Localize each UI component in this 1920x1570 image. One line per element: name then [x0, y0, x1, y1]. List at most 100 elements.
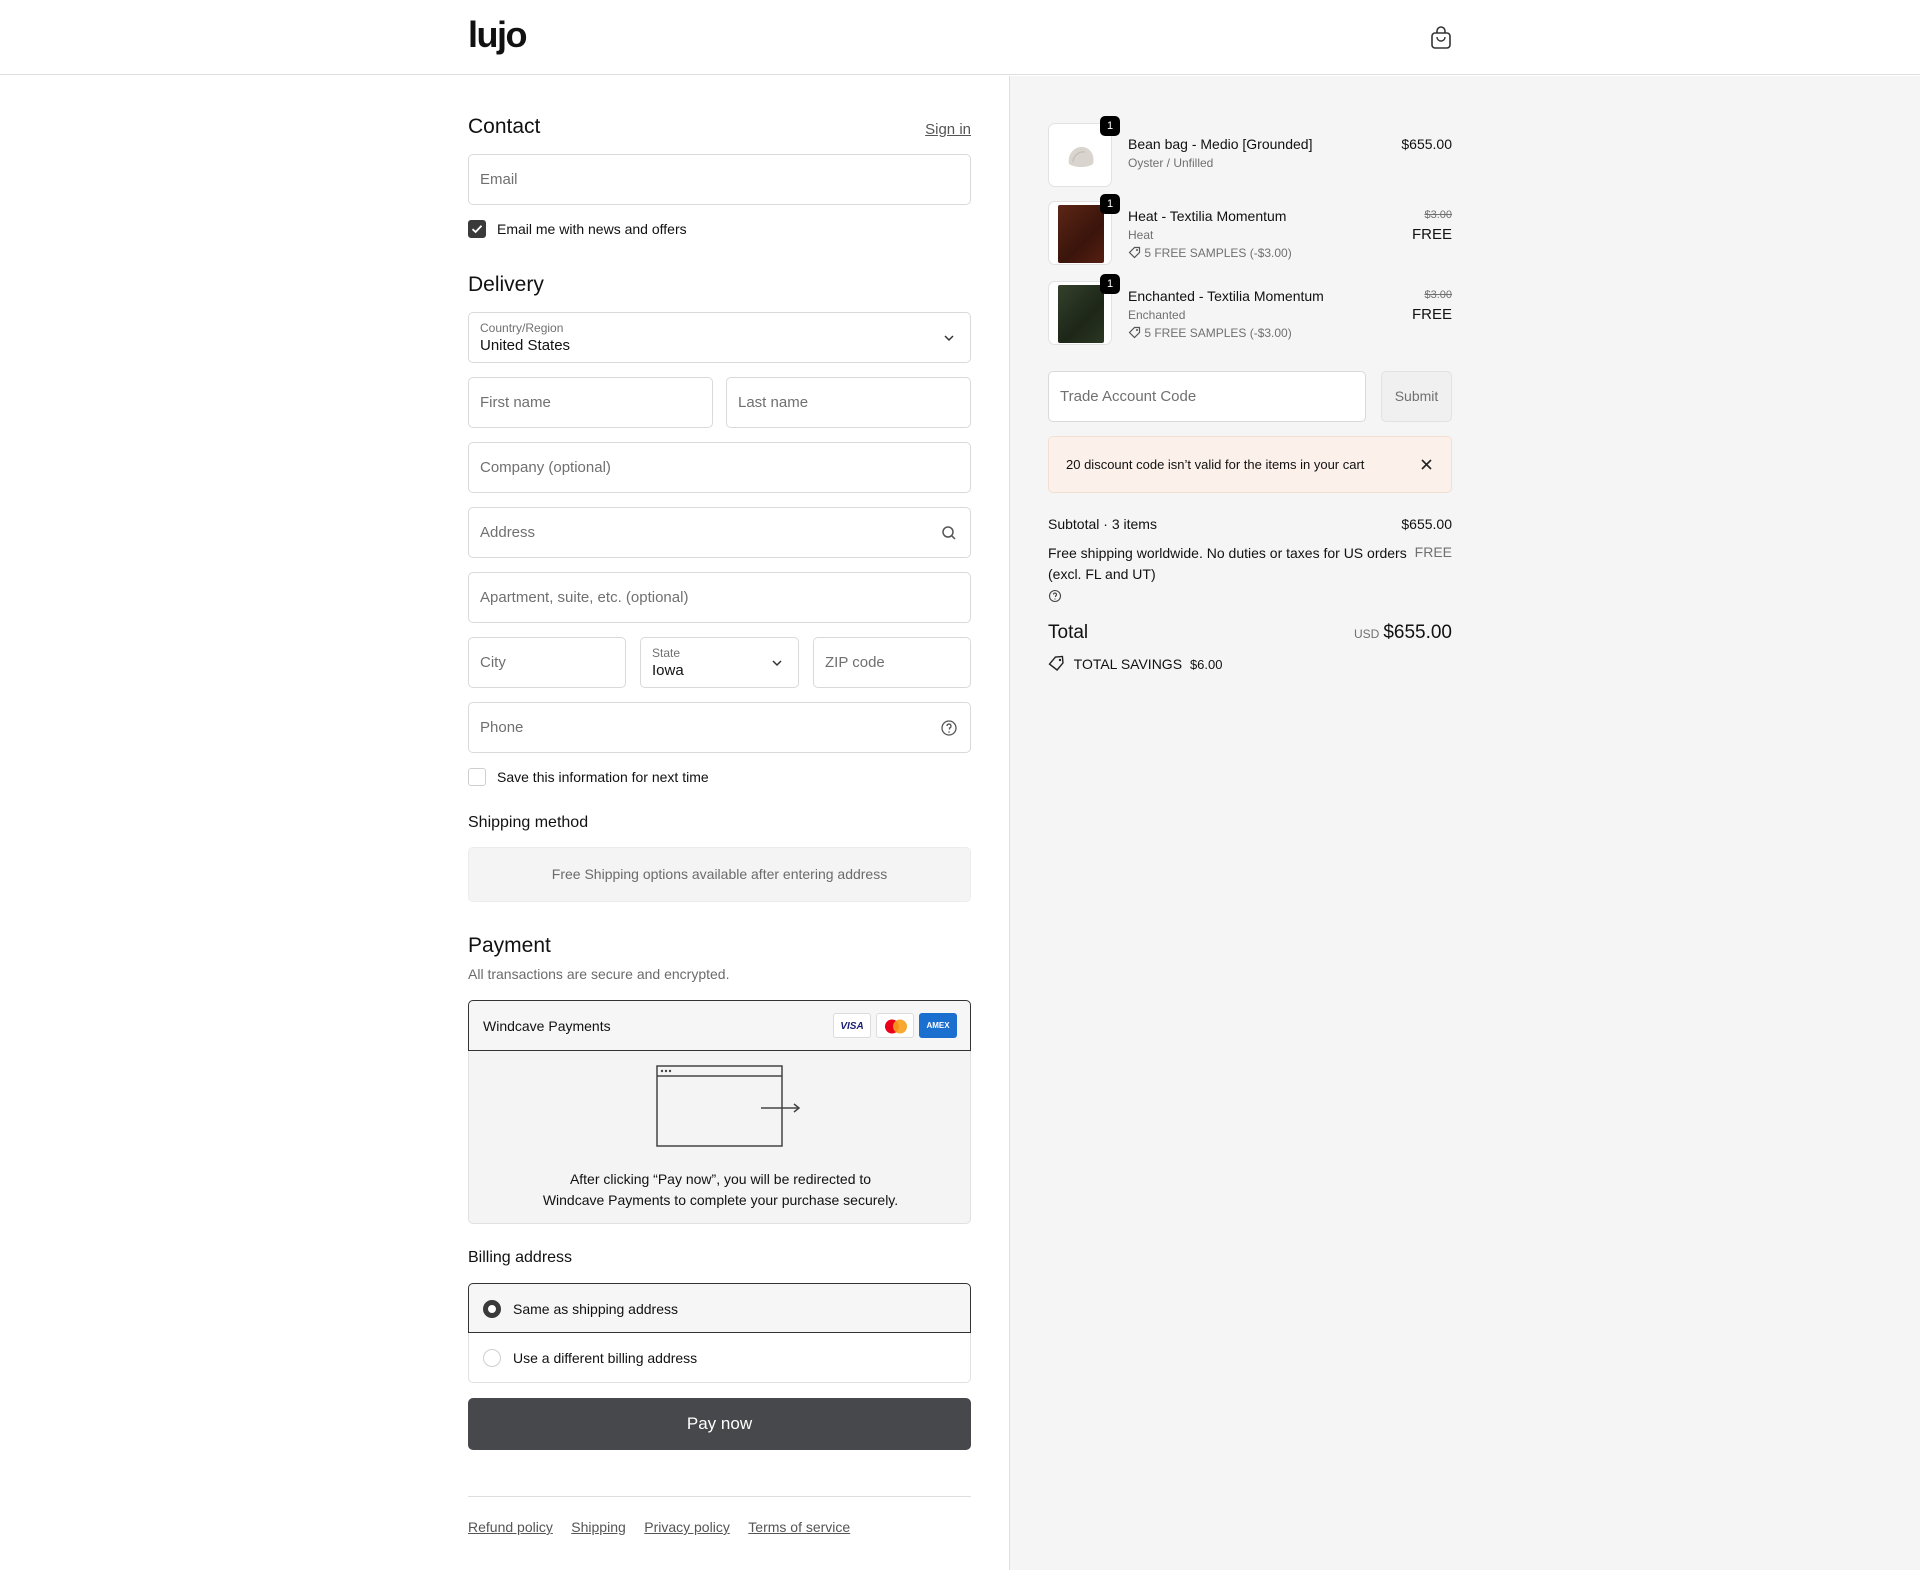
- email-field[interactable]: Email: [468, 154, 971, 205]
- billing-same-option[interactable]: Same as shipping address: [468, 1283, 971, 1333]
- news-label: Email me with news and offers: [497, 221, 687, 237]
- item-original-price: $3.00: [1424, 289, 1452, 301]
- news-checkbox[interactable]: [468, 220, 486, 238]
- phone-placeholder: Phone: [480, 719, 524, 736]
- footer-links: Refund policy Shipping Privacy policy Te…: [468, 1496, 971, 1556]
- state-label: State: [652, 646, 681, 660]
- quantity-badge: 1: [1100, 274, 1120, 294]
- product-thumbnail: 1: [1048, 194, 1120, 265]
- zip-field[interactable]: ZIP code: [813, 637, 971, 688]
- payment-title: Payment: [468, 934, 551, 957]
- total-savings-value: $6.00: [1189, 657, 1223, 672]
- email-placeholder: Email: [480, 171, 518, 188]
- brand-logo[interactable]: lujo: [468, 14, 527, 56]
- currency-code: USD: [1353, 627, 1380, 641]
- country-select[interactable]: Country/Region United States: [468, 312, 971, 363]
- billing-different-label: Use a different billing address: [513, 1350, 698, 1366]
- city-field[interactable]: City: [468, 637, 626, 688]
- item-price: FREE: [1411, 306, 1452, 323]
- chevron-down-icon: [944, 335, 954, 342]
- tag-icon: [1128, 246, 1141, 259]
- subtotal-value: $655.00: [1401, 516, 1452, 532]
- country-value: United States: [480, 337, 571, 354]
- pay-now-button[interactable]: Pay now: [468, 1398, 971, 1450]
- first-name-field[interactable]: First name: [468, 377, 713, 428]
- help-icon[interactable]: [940, 719, 958, 737]
- sign-in-link[interactable]: Sign in: [925, 121, 971, 138]
- browser-redirect-icon: [656, 1065, 801, 1147]
- item-variant: Enchanted: [1128, 308, 1186, 322]
- check-icon: [471, 225, 483, 234]
- discount-error-alert: 20 discount code isn’t valid for the ite…: [1048, 436, 1452, 493]
- close-icon[interactable]: [1419, 457, 1434, 472]
- tag-icon: [1048, 655, 1064, 671]
- total-value: $655.00: [1383, 622, 1452, 643]
- phone-field[interactable]: Phone: [468, 702, 971, 753]
- state-value: Iowa: [652, 662, 684, 679]
- shipping-method-box: Free Shipping options available after en…: [468, 847, 971, 902]
- last-name-placeholder: Last name: [738, 394, 809, 411]
- trade-code-field[interactable]: Trade Account Code: [1048, 371, 1366, 422]
- state-select[interactable]: State Iowa: [640, 637, 799, 688]
- shipping-info-text: Free shipping worldwide. No duties or ta…: [1048, 545, 1407, 582]
- fabric-swatch-enchanted: [1058, 285, 1104, 343]
- search-icon: [942, 526, 956, 540]
- shipping-method-message: Free Shipping options available after en…: [551, 866, 888, 882]
- item-discount-text: 5 FREE SAMPLES (-$3.00): [1144, 246, 1292, 260]
- payment-redirect-box: After clicking “Pay now”, you will be re…: [468, 1051, 971, 1224]
- item-variant: Heat: [1128, 228, 1154, 242]
- item-name: Enchanted - Textilia Momentum: [1128, 288, 1324, 304]
- quantity-badge: 1: [1100, 194, 1120, 214]
- discount-error-text: 20 discount code isn’t valid for the ite…: [1066, 457, 1365, 472]
- visa-logo: VISA: [833, 1013, 871, 1038]
- submit-trade-code-button[interactable]: Submit: [1381, 371, 1452, 422]
- total-savings: TOTAL SAVINGS $6.00: [1048, 655, 1222, 672]
- payment-subtitle: All transactions are secure and encrypte…: [468, 966, 730, 982]
- contact-title: Contact: [468, 115, 541, 138]
- save-info-label: Save this information for next time: [497, 769, 709, 785]
- company-placeholder: Company (optional): [480, 459, 611, 476]
- apartment-field[interactable]: Apartment, suite, etc. (optional): [468, 572, 971, 623]
- company-field[interactable]: Company (optional): [468, 442, 971, 493]
- zip-placeholder: ZIP code: [825, 654, 885, 671]
- redirect-text-line1: After clicking “Pay now”, you will be re…: [569, 1171, 872, 1187]
- order-item: 1 Enchanted - Textilia Momentum Enchante…: [1048, 274, 1452, 351]
- item-price: $655.00: [1401, 136, 1452, 152]
- delivery-title: Delivery: [468, 273, 544, 296]
- billing-same-label: Same as shipping address: [513, 1301, 678, 1317]
- last-name-field[interactable]: Last name: [726, 377, 971, 428]
- save-info-checkbox[interactable]: [468, 768, 486, 786]
- item-name: Bean bag - Medio [Grounded]: [1128, 136, 1313, 152]
- product-thumbnail: 1: [1048, 274, 1120, 345]
- privacy-policy-link[interactable]: Privacy policy: [644, 1519, 730, 1535]
- first-name-placeholder: First name: [480, 394, 551, 411]
- item-name: Heat - Textilia Momentum: [1128, 208, 1287, 224]
- item-discount: 5 FREE SAMPLES (-$3.00): [1128, 246, 1292, 260]
- total-label: Total: [1048, 622, 1089, 643]
- refund-policy-link[interactable]: Refund policy: [468, 1519, 553, 1535]
- payment-provider-option[interactable]: Windcave Payments VISA AMEX: [468, 1000, 971, 1051]
- address-field[interactable]: Address: [468, 507, 971, 558]
- billing-same-radio[interactable]: [483, 1300, 501, 1318]
- quantity-badge: 1: [1100, 116, 1120, 136]
- item-discount-text: 5 FREE SAMPLES (-$3.00): [1144, 326, 1292, 340]
- subtotal-label: Subtotal · 3 items: [1048, 516, 1157, 532]
- item-discount: 5 FREE SAMPLES (-$3.00): [1128, 326, 1292, 340]
- bean-bag-image: [1068, 146, 1094, 167]
- terms-link[interactable]: Terms of service: [748, 1519, 850, 1535]
- shopping-bag-icon[interactable]: [1430, 26, 1452, 50]
- item-variant: Oyster / Unfilled: [1128, 156, 1214, 170]
- payment-provider-name: Windcave Payments: [483, 1018, 611, 1034]
- item-price: FREE: [1411, 226, 1452, 243]
- chevron-down-icon: [772, 660, 782, 667]
- shipping-value: FREE: [1414, 544, 1452, 560]
- address-placeholder: Address: [480, 524, 536, 541]
- shipping-link[interactable]: Shipping: [571, 1519, 626, 1535]
- item-original-price: $3.00: [1424, 209, 1452, 221]
- mastercard-logo: [876, 1013, 914, 1038]
- apartment-placeholder: Apartment, suite, etc. (optional): [480, 589, 689, 606]
- billing-different-radio[interactable]: [483, 1349, 501, 1367]
- billing-title: Billing address: [468, 1249, 573, 1266]
- help-icon[interactable]: [1048, 589, 1062, 603]
- billing-different-option[interactable]: Use a different billing address: [468, 1333, 971, 1383]
